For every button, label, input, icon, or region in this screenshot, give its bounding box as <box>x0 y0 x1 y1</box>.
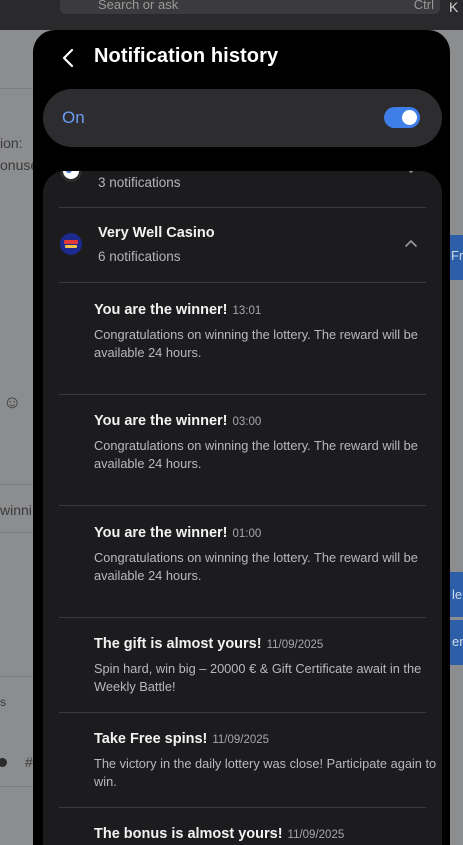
header: Notification history <box>33 30 450 86</box>
notification-time: 11/09/2025 <box>212 734 270 746</box>
notification-title: The gift is almost yours! <box>94 636 262 652</box>
notification-header: Take Free spins! 11/09/2025 <box>94 730 269 748</box>
background-text: s <box>0 695 6 709</box>
notification-item[interactable]: You are the winner! 01:00 Congratulations… <box>59 524 426 614</box>
app-icon <box>60 171 82 182</box>
emoji-icon: ☺ <box>3 392 22 412</box>
divider <box>59 712 426 713</box>
app-notification-count: 3 notifications <box>98 175 181 190</box>
divider <box>59 505 426 506</box>
chevron-down-icon[interactable] <box>404 171 418 174</box>
notification-item[interactable]: You are the winner! 13:01 Congratulations… <box>59 301 426 391</box>
app-notification-count: 6 notifications <box>98 249 181 264</box>
toggle-knob <box>402 110 417 125</box>
background-text: Fre <box>451 248 463 263</box>
background-divider <box>0 786 33 787</box>
background-search-placeholder: Search or ask <box>98 0 179 12</box>
notification-list: 3 notifications Very Well Casino 6 notif… <box>43 171 442 845</box>
notification-body: Congratulations on winning the lottery. … <box>94 327 418 360</box>
background-text: # <box>25 754 33 770</box>
notification-body: The victory in the daily lottery was clo… <box>94 756 437 789</box>
notification-body: Congratulations on winning the lottery. … <box>94 550 418 583</box>
background-search-shortcut: Ctrl <box>413 0 434 12</box>
notification-time: 01:00 <box>232 528 262 540</box>
background-dot <box>0 758 7 767</box>
notification-title: The bonus is almost yours! <box>94 826 283 842</box>
notification-item[interactable]: The bonus is almost yours! 11/09/2025 <box>59 825 426 845</box>
divider <box>59 617 426 618</box>
background-text: winni <box>0 502 32 518</box>
notification-body: Congratulations on winning the lottery. … <box>94 438 418 471</box>
divider <box>59 282 426 283</box>
notification-time: 11/09/2025 <box>266 639 324 651</box>
chevron-left-icon[interactable] <box>59 44 79 72</box>
notification-time: 11/09/2025 <box>287 829 345 841</box>
background-text: le <box>452 587 463 602</box>
background-search-bar: Search or ask Ctrl <box>60 0 440 14</box>
casino-logo-icon <box>60 233 82 255</box>
notification-item[interactable]: The gift is almost yours! 11/09/2025 Spin… <box>59 635 426 715</box>
notification-history-panel: Notification history On 3 notifications <box>33 30 450 845</box>
notification-item[interactable]: You are the winner! 03:00 Congratulations… <box>59 412 426 502</box>
app-group-row[interactable]: 3 notifications <box>43 171 442 207</box>
notification-title: You are the winner! <box>94 525 228 541</box>
notification-history-toggle-row[interactable]: On <box>43 89 442 147</box>
notification-time: 13:01 <box>232 305 262 317</box>
page-title: Notification history <box>94 45 279 67</box>
chevron-up-icon[interactable] <box>404 239 418 249</box>
notification-header: The gift is almost yours! 11/09/2025 <box>94 635 323 653</box>
background-text: en <box>452 634 463 649</box>
divider <box>59 394 426 395</box>
divider <box>59 807 426 808</box>
notification-header: You are the winner! 13:01 <box>94 301 261 319</box>
app-name: Very Well Casino <box>98 225 215 241</box>
background-text: ion: <box>0 135 23 151</box>
notification-time: 03:00 <box>232 416 262 428</box>
notification-body: Spin hard, win big – 20000 € & Gift Cert… <box>94 661 422 694</box>
notification-header: The bonus is almost yours! 11/09/2025 <box>94 825 344 843</box>
notification-title: You are the winner! <box>94 302 228 318</box>
notification-item[interactable]: Take Free spins! 11/09/2025 The victory i… <box>59 730 436 810</box>
background-divider <box>0 88 33 89</box>
notification-header: You are the winner! 03:00 <box>94 412 261 430</box>
toggle-label: On <box>62 108 85 127</box>
notification-title: You are the winner! <box>94 413 228 429</box>
app-group-row[interactable]: Very Well Casino 6 notifications <box>43 208 442 282</box>
notification-header: You are the winner! 01:00 <box>94 524 261 542</box>
toggle-switch[interactable] <box>384 107 420 128</box>
notification-title: Take Free spins! <box>94 731 208 747</box>
background-divider <box>0 532 33 533</box>
background-edge-letter: K <box>449 0 459 15</box>
background-divider <box>0 676 33 677</box>
background-divider <box>0 484 33 485</box>
